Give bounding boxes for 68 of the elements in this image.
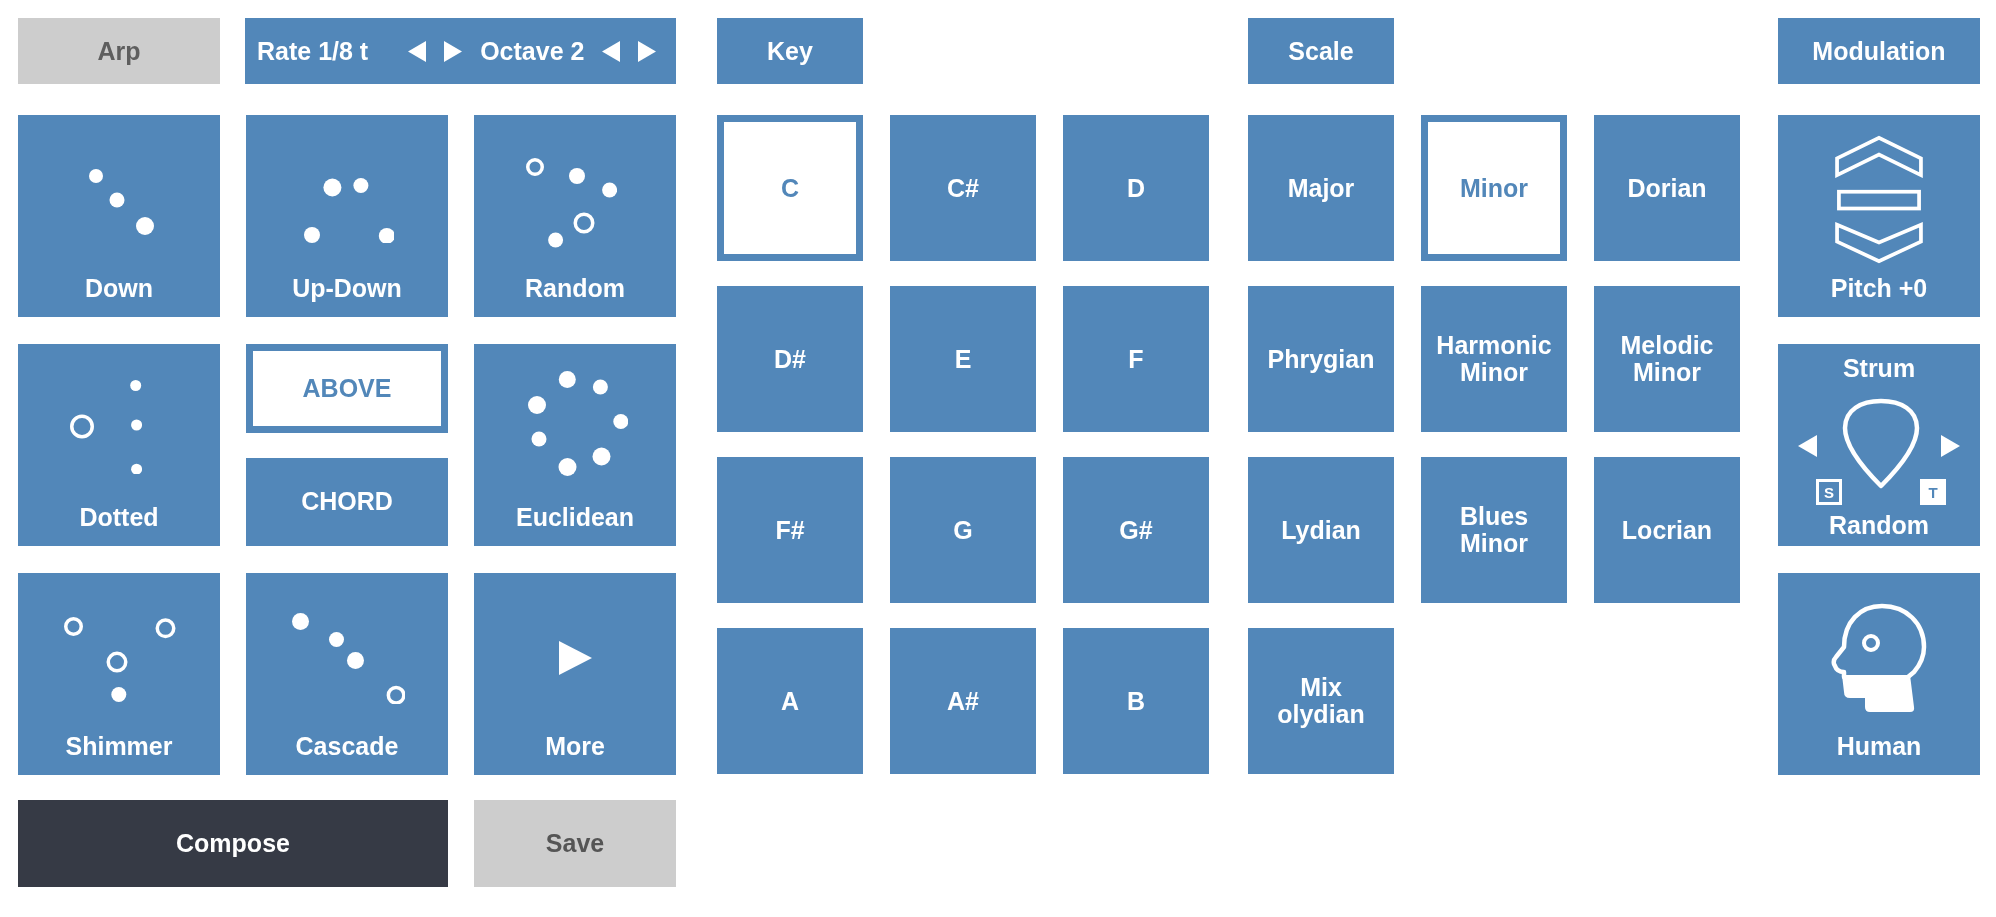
pitch-button[interactable]: Pitch +0 [1778, 115, 1980, 317]
dot-pattern-icon [303, 177, 395, 244]
action-button[interactable]: Save [474, 800, 676, 887]
human-button[interactable]: Human [1778, 573, 1980, 775]
next-button[interactable] [1941, 435, 1960, 457]
right-triangle-icon [638, 40, 657, 62]
section-header: Scale [1248, 18, 1394, 84]
key-button[interactable]: G# [1063, 457, 1209, 603]
play-icon [558, 641, 592, 675]
octave-decrease-button[interactable] [602, 40, 621, 62]
left-triangle-icon [408, 40, 427, 62]
dot-pattern-icon [526, 158, 618, 248]
section-header: Modulation [1778, 18, 1980, 84]
key-button[interactable]: D# [717, 286, 863, 432]
section-header: Key [717, 18, 863, 84]
scale-button[interactable]: Mix olydian [1248, 628, 1394, 774]
key-button[interactable]: G [890, 457, 1036, 603]
rate-decrease-button[interactable] [408, 40, 427, 62]
strum-title: Strum [1842, 354, 1916, 382]
key-button[interactable]: E [890, 286, 1036, 432]
guitar-pick-icon [1842, 398, 1920, 489]
key-button[interactable]: A# [890, 628, 1036, 774]
dot-pattern-icon [527, 370, 628, 476]
octave-label: Octave 2 [480, 36, 585, 66]
scale-button[interactable]: Locrian [1594, 457, 1740, 603]
scale-button[interactable]: Dorian [1594, 115, 1740, 261]
left-triangle-icon [602, 40, 621, 62]
dot-pattern-icon [64, 616, 176, 702]
strum-toggle[interactable]: S [1816, 479, 1842, 505]
key-button[interactable]: F# [717, 457, 863, 603]
strum-toggle[interactable]: T [1920, 479, 1946, 505]
key-button[interactable]: B [1063, 628, 1209, 774]
scale-button[interactable]: Harmonic Minor [1421, 286, 1567, 432]
key-button[interactable]: D [1063, 115, 1209, 261]
pattern-button[interactable]: Random [474, 115, 676, 317]
key-button[interactable]: A [717, 628, 863, 774]
dot-pattern-icon [89, 169, 154, 235]
pattern-button[interactable]: Up-Down [246, 115, 448, 317]
pattern-button[interactable]: Dotted [18, 344, 220, 546]
dot-pattern-icon [291, 612, 406, 705]
voicing-button[interactable]: ABOVE [246, 344, 448, 433]
pattern-button[interactable]: Down [18, 115, 220, 317]
scale-button[interactable]: Lydian [1248, 457, 1394, 603]
right-triangle-icon [444, 40, 463, 62]
rate-increase-button[interactable] [444, 40, 463, 62]
previous-button[interactable] [1798, 435, 1817, 457]
rate-label: Rate 1/8 t [257, 36, 369, 66]
strum-mode-label: Random [1829, 511, 1929, 539]
key-button[interactable]: C# [890, 115, 1036, 261]
key-button[interactable]: C [717, 115, 863, 261]
arp-toggle[interactable]: Arp [18, 18, 220, 84]
scale-button[interactable]: Blues Minor [1421, 457, 1567, 603]
voicing-button[interactable]: CHORD [246, 457, 448, 546]
octave-increase-button[interactable] [638, 40, 657, 62]
pattern-button[interactable]: Shimmer [18, 573, 220, 775]
key-button[interactable]: F [1063, 286, 1209, 432]
pattern-button[interactable]: Euclidean [474, 344, 676, 546]
dot-pattern-icon [69, 379, 142, 475]
more-button[interactable]: More [474, 573, 676, 775]
pattern-button[interactable]: Cascade [246, 573, 448, 775]
scale-button[interactable]: Melodic Minor [1594, 286, 1740, 432]
scale-button[interactable]: Major [1248, 115, 1394, 261]
scale-button[interactable]: Phrygian [1248, 286, 1394, 432]
action-button[interactable]: Compose [18, 800, 448, 887]
head-profile-icon [1831, 602, 1927, 714]
right-triangle-icon [1941, 435, 1960, 457]
left-triangle-icon [1798, 435, 1817, 457]
scale-button[interactable]: Minor [1421, 115, 1567, 261]
